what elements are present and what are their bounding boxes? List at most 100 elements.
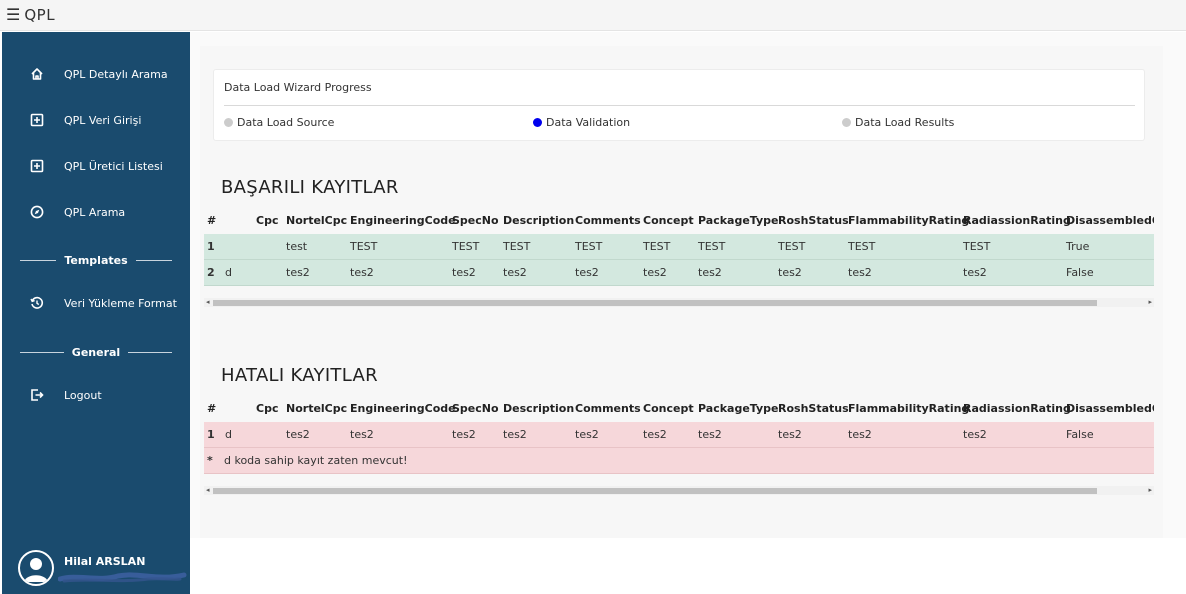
sidebar-item-label: QPL Veri Girişi: [64, 113, 142, 127]
column-header-radiassionrating[interactable]: RadiassionRating: [963, 396, 1071, 422]
table-cell-num: 1: [207, 428, 215, 441]
scrollbar-thumb[interactable]: [213, 488, 1097, 494]
column-header-disassembled[interactable]: DisassembledOrI: [1066, 396, 1154, 422]
column-header-num[interactable]: #: [207, 208, 216, 234]
sidebar-item-label: Logout: [64, 388, 102, 402]
table-row[interactable]: 2 d tes2 tes2 tes2 tes2 tes2 tes2 tes2 tes2 tes2 te…: [204, 260, 1154, 286]
column-header-concept[interactable]: Concept: [643, 208, 694, 234]
error-message-text: d koda sahip kayıt zaten mevcut!: [224, 454, 408, 467]
table-cell-radiassionrating: tes2: [963, 266, 987, 279]
table-cell-description: TEST: [503, 240, 531, 253]
table-cell-disassembled: False: [1066, 428, 1094, 441]
column-header-concept[interactable]: Concept: [643, 396, 694, 422]
column-header-engineeringcode[interactable]: EngineeringCode: [350, 208, 456, 234]
table-cell-cpc: d: [225, 428, 232, 441]
table-cell-flammabilityrating: tes2: [848, 428, 872, 441]
sidebar-item-label: QPL Üretici Listesi: [64, 159, 163, 173]
column-header-radiassionrating[interactable]: RadiassionRating: [963, 208, 1071, 234]
sidebar-item-arama[interactable]: QPL Arama: [2, 198, 190, 226]
error-table-scrollbar[interactable]: ◂ ▸: [204, 486, 1154, 495]
step-label: Data Validation: [546, 116, 631, 129]
column-header-comments[interactable]: Comments: [575, 396, 641, 422]
avatar: [18, 550, 54, 586]
sidebar-item-label: QPL Arama: [64, 205, 126, 219]
table-header-row: # Cpc NortelCpc EngineeringCode SpecNo Descri…: [204, 396, 1154, 422]
column-header-comments[interactable]: Comments: [575, 208, 641, 234]
plus-square-icon: [29, 158, 45, 174]
top-bar: ☰ QPL: [0, 0, 1186, 31]
scroll-left-icon[interactable]: ◂: [206, 298, 210, 307]
column-header-packagetype[interactable]: PackageType: [698, 208, 779, 234]
scroll-left-icon[interactable]: ◂: [206, 486, 210, 495]
table-cell-disassembled: False: [1066, 266, 1094, 279]
column-header-description[interactable]: Description: [503, 208, 574, 234]
sidebar-item-veri-girisi[interactable]: QPL Veri Girişi: [2, 106, 190, 134]
column-header-specno[interactable]: SpecNo: [452, 208, 499, 234]
column-header-specno[interactable]: SpecNo: [452, 396, 499, 422]
column-header-nortelcpc[interactable]: NortelCpc: [286, 396, 347, 422]
table-cell-radiassionrating: tes2: [963, 428, 987, 441]
error-section-title: HATALI KAYITLAR: [221, 365, 378, 386]
column-header-engineeringcode[interactable]: EngineeringCode: [350, 396, 456, 422]
sidebar-item-veri-yukleme-format[interactable]: Veri Yükleme Format: [2, 289, 190, 317]
table-cell-nortelcpc: tes2: [286, 428, 310, 441]
table-header-row: # Cpc NortelCpc EngineeringCode SpecNo Descri…: [204, 208, 1154, 234]
wizard-step-validation: Data Validation: [533, 116, 630, 129]
table-cell-roshstatus: tes2: [778, 428, 802, 441]
table-cell-engineeringcode: tes2: [350, 428, 374, 441]
sidebar-item-label: Veri Yükleme Format: [64, 296, 177, 310]
success-table: # Cpc NortelCpc EngineeringCode SpecNo Descri…: [204, 208, 1154, 288]
table-cell-description: tes2: [503, 428, 527, 441]
table-cell-num: 1: [207, 240, 215, 253]
column-header-cpc[interactable]: Cpc: [256, 396, 278, 422]
sidebar-item-logout[interactable]: Logout: [2, 381, 190, 409]
app-title: QPL: [24, 6, 56, 24]
column-header-roshstatus[interactable]: RoshStatus: [778, 396, 849, 422]
table-cell-packagetype: tes2: [698, 266, 722, 279]
user-name: Hilal ARSLAN: [64, 555, 146, 568]
table-row[interactable]: 1 d tes2 tes2 tes2 tes2 tes2 tes2 tes2 tes2 tes2 te…: [204, 422, 1154, 448]
column-header-nortelcpc[interactable]: NortelCpc: [286, 208, 347, 234]
table-cell-roshstatus: TEST: [778, 240, 806, 253]
sidebar-item-detayli-arama[interactable]: QPL Detaylı Arama: [2, 60, 190, 88]
section-general: General: [20, 345, 172, 359]
scroll-right-icon[interactable]: ▸: [1148, 298, 1152, 307]
success-table-scrollbar[interactable]: ◂ ▸: [204, 298, 1154, 307]
table-cell-comments: tes2: [575, 266, 599, 279]
table-cell-cpc: d: [225, 266, 232, 279]
table-cell-engineeringcode: tes2: [350, 266, 374, 279]
sidebar: QPL Detaylı Arama QPL Veri Girişi QPL Ür…: [2, 32, 190, 594]
hamburger-icon[interactable]: ☰: [6, 7, 20, 23]
step-dot: [842, 118, 851, 127]
step-dot: [224, 118, 233, 127]
scrollbar-thumb[interactable]: [213, 300, 1097, 306]
user-profile[interactable]: Hilal ARSLAN: [18, 550, 188, 590]
scroll-right-icon[interactable]: ▸: [1148, 486, 1152, 495]
table-cell-flammabilityrating: TEST: [848, 240, 876, 253]
logout-icon: [29, 387, 45, 403]
section-label: Templates: [64, 253, 128, 267]
table-row[interactable]: 1 test TEST TEST TEST TEST TEST TEST TEST TEST TES…: [204, 234, 1154, 260]
column-header-disassembled[interactable]: DisassembledOrI: [1066, 208, 1154, 234]
wizard-title: Data Load Wizard Progress: [224, 81, 372, 94]
table-cell-concept: TEST: [643, 240, 671, 253]
step-label: Data Load Source: [237, 116, 335, 129]
table-cell-num: 2: [207, 266, 215, 279]
column-header-flammabilityrating[interactable]: FlammabilityRating: [848, 396, 969, 422]
table-cell-radiassionrating: TEST: [963, 240, 991, 253]
column-header-flammabilityrating[interactable]: FlammabilityRating: [848, 208, 969, 234]
column-header-roshstatus[interactable]: RoshStatus: [778, 208, 849, 234]
sidebar-item-uretici-listesi[interactable]: QPL Üretici Listesi: [2, 152, 190, 180]
column-header-packagetype[interactable]: PackageType: [698, 396, 779, 422]
error-table: # Cpc NortelCpc EngineeringCode SpecNo Descri…: [204, 396, 1154, 476]
table-cell-engineeringcode: TEST: [350, 240, 378, 253]
table-cell-disassembled: True: [1066, 240, 1090, 253]
column-header-cpc[interactable]: Cpc: [256, 208, 278, 234]
column-header-description[interactable]: Description: [503, 396, 574, 422]
table-cell-comments: tes2: [575, 428, 599, 441]
column-header-num[interactable]: #: [207, 396, 216, 422]
table-cell-comments: TEST: [575, 240, 603, 253]
compass-icon: [29, 204, 45, 220]
table-cell-specno: tes2: [452, 428, 476, 441]
table-cell-specno: TEST: [452, 240, 480, 253]
